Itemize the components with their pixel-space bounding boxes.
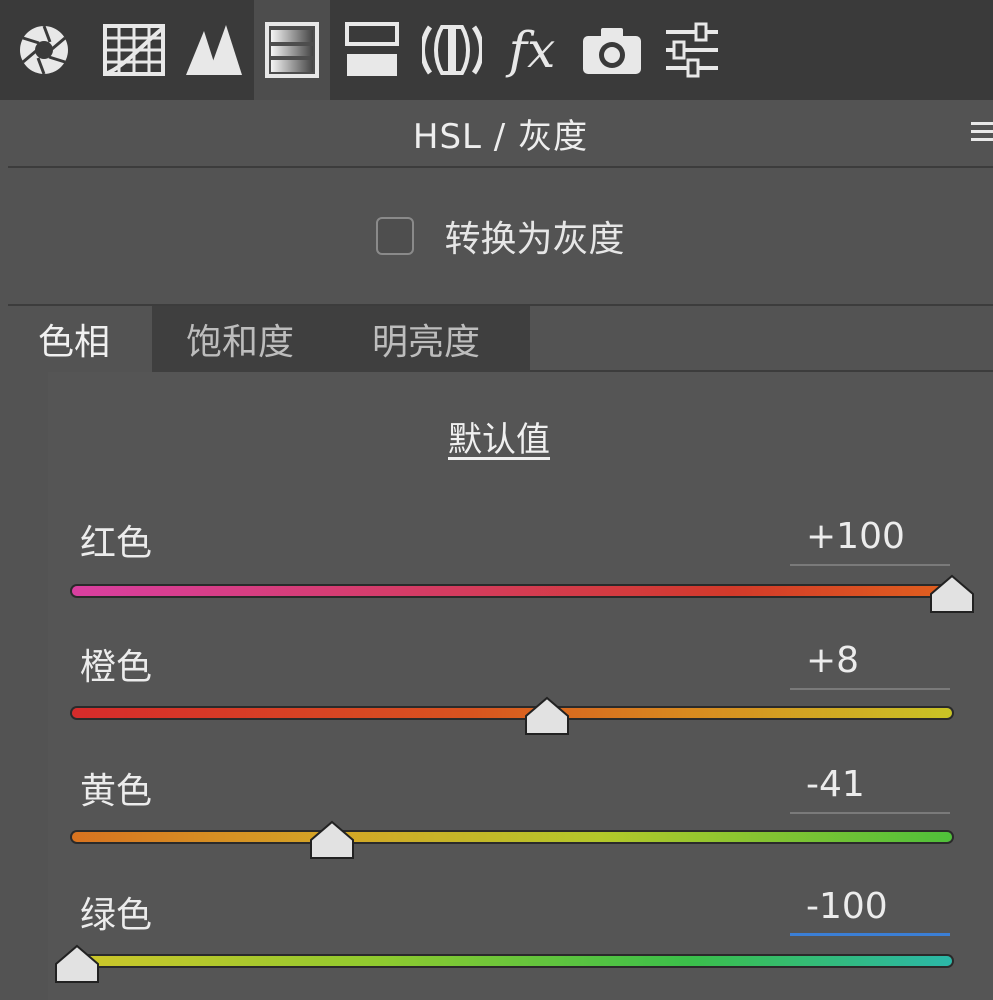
grayscale-label: 转换为灰度: [444, 219, 625, 260]
hsl-panel: fx HSL / 灰度 转换为灰度 色相 饱和度 明亮度 默认值 红色 +100…: [0, 0, 993, 1000]
slider-value-input[interactable]: +8: [790, 640, 950, 690]
slider-thumb[interactable]: [524, 696, 570, 736]
slider-label: 红色: [80, 523, 153, 564]
slider-label: 绿色: [80, 895, 153, 936]
grayscale-row: 转换为灰度: [8, 168, 993, 306]
tab-hue[interactable]: 色相: [8, 306, 152, 372]
sliders-icon[interactable]: [654, 0, 730, 100]
mountains-icon[interactable]: [176, 0, 252, 100]
slider-track[interactable]: [72, 708, 952, 718]
aperture-icon[interactable]: [6, 0, 82, 100]
slider-track[interactable]: [72, 586, 952, 596]
tab-bar: 色相 饱和度 明亮度: [8, 306, 530, 372]
tab-luminance[interactable]: 明亮度: [342, 306, 530, 372]
slider-value-input[interactable]: +100: [790, 516, 950, 566]
split-tone-icon[interactable]: [334, 0, 410, 100]
fx-icon[interactable]: fx: [494, 0, 570, 100]
slider-track[interactable]: [72, 956, 952, 966]
default-link[interactable]: 默认值: [448, 412, 550, 461]
hsl-gradient-icon[interactable]: [254, 0, 330, 100]
slider-value-input[interactable]: -100: [790, 886, 950, 936]
panel-header: HSL / 灰度: [8, 100, 993, 168]
slider-thumb[interactable]: [929, 574, 975, 614]
panel-title: HSL / 灰度: [412, 116, 589, 157]
slider-thumb[interactable]: [309, 820, 355, 860]
lens-icon[interactable]: [414, 0, 490, 100]
grid-curve-icon[interactable]: [96, 0, 172, 100]
slider-track[interactable]: [72, 832, 952, 842]
tab-saturation[interactable]: 饱和度: [152, 306, 342, 372]
slider-label: 黄色: [80, 771, 153, 812]
slider-label: 橙色: [80, 647, 153, 688]
grayscale-checkbox[interactable]: [376, 217, 415, 255]
camera-icon[interactable]: [574, 0, 650, 100]
tool-bar: fx: [0, 0, 993, 100]
slider-thumb[interactable]: [54, 944, 100, 984]
slider-value-input[interactable]: -41: [790, 764, 950, 814]
menu-icon[interactable]: [971, 122, 993, 144]
